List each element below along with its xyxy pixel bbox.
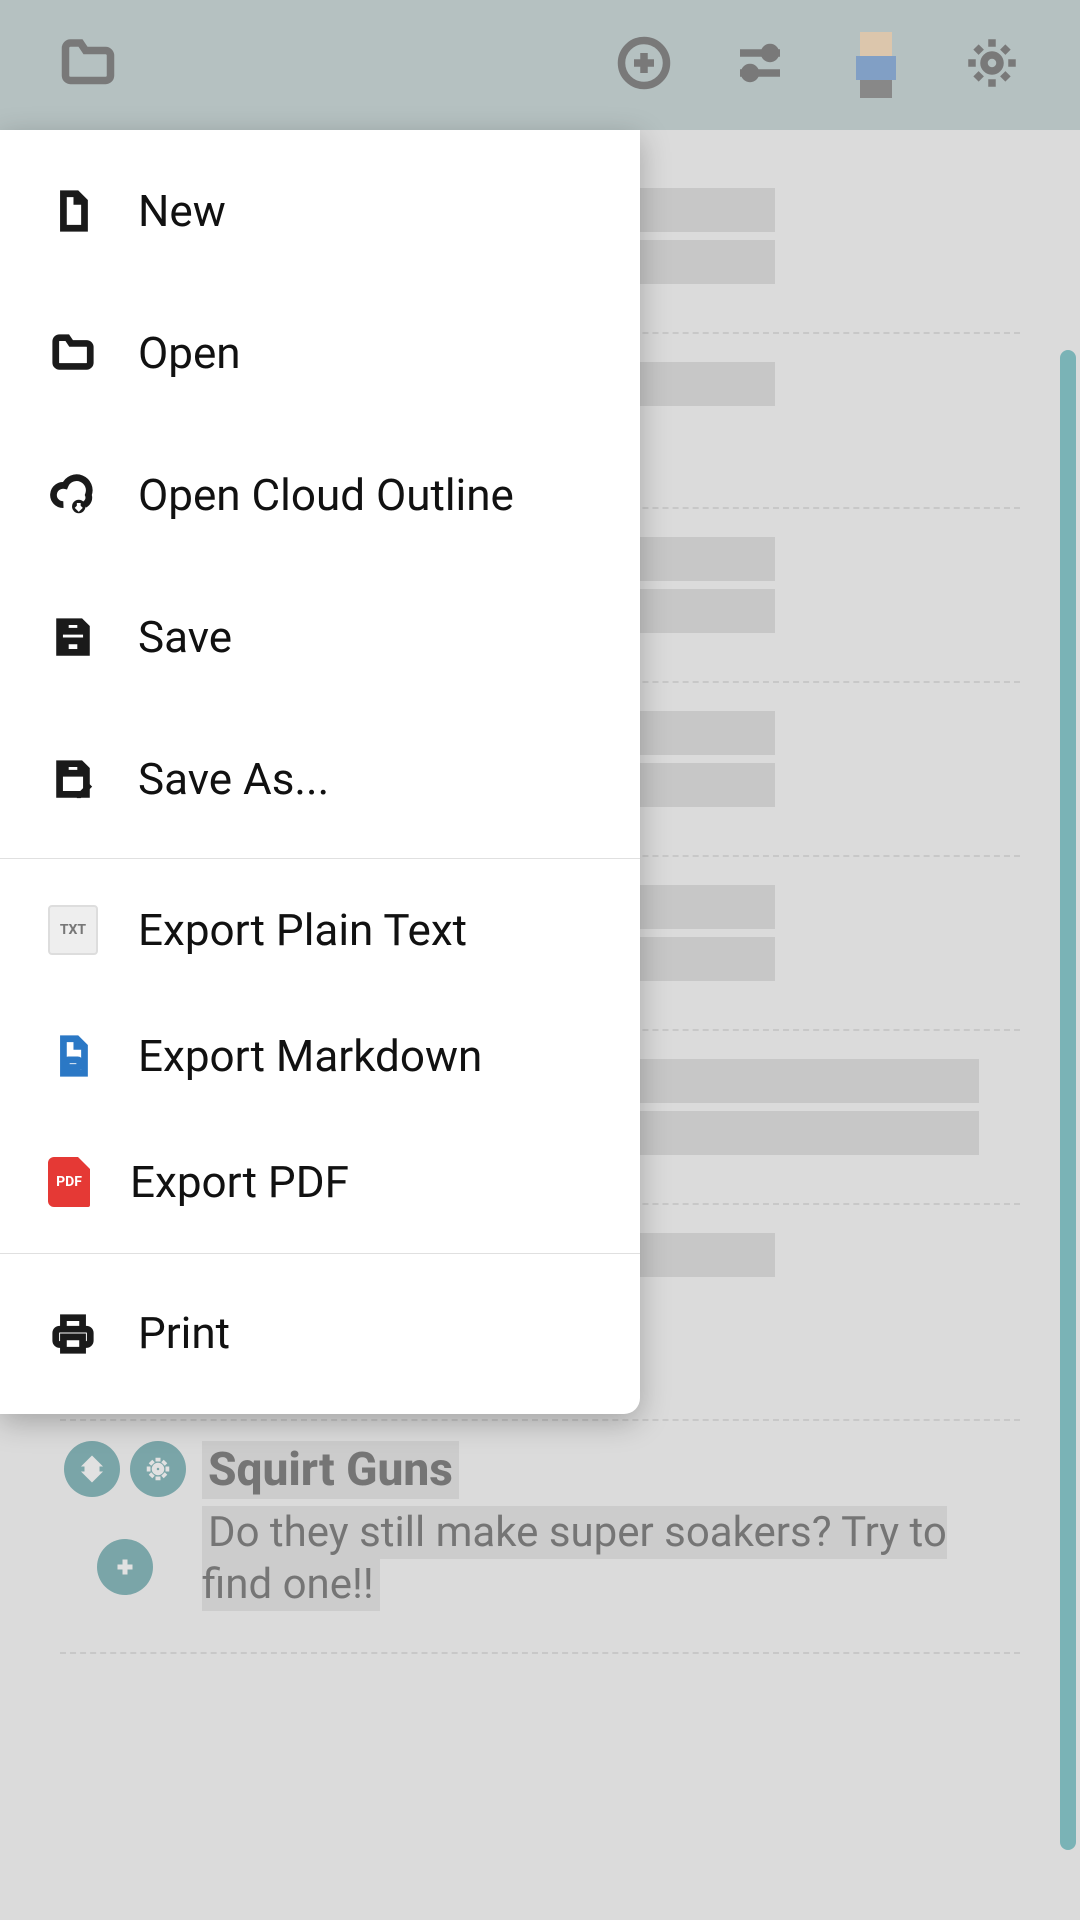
menu-item-label: Open Cloud Outline bbox=[138, 469, 514, 521]
add-button[interactable] bbox=[604, 25, 684, 105]
txt-file-icon: TXT bbox=[48, 905, 98, 955]
menu-item-export-txt[interactable]: TXT Export Plain Text bbox=[0, 867, 640, 993]
menu-item-open-cloud[interactable]: Open Cloud Outline bbox=[0, 424, 640, 566]
avatar-icon bbox=[848, 32, 904, 98]
menu-separator bbox=[0, 858, 640, 859]
menu-item-label: Export Plain Text bbox=[138, 904, 467, 956]
menu-item-label: Export PDF bbox=[130, 1156, 349, 1208]
menu-item-open[interactable]: Open bbox=[0, 282, 640, 424]
menu-item-export-pdf[interactable]: PDF Export PDF bbox=[0, 1119, 640, 1245]
sliders-icon bbox=[730, 33, 790, 97]
floppy-pen-icon bbox=[48, 754, 98, 804]
folder-button[interactable] bbox=[48, 25, 128, 105]
plus-circle-icon bbox=[614, 33, 674, 97]
menu-separator bbox=[0, 1253, 640, 1254]
pdf-file-icon: PDF bbox=[48, 1157, 90, 1207]
scrollbar-thumb[interactable] bbox=[1060, 350, 1076, 1850]
menu-item-label: New bbox=[138, 185, 226, 237]
markdown-file-icon bbox=[48, 1031, 98, 1081]
menu-item-label: Save bbox=[138, 611, 232, 663]
cloud-download-icon bbox=[48, 470, 98, 520]
gear-icon bbox=[962, 33, 1022, 97]
menu-item-save-as[interactable]: Save As... bbox=[0, 708, 640, 850]
folder-icon bbox=[48, 328, 98, 378]
print-icon bbox=[48, 1308, 98, 1358]
drag-handle-button[interactable] bbox=[64, 1441, 120, 1497]
file-icon bbox=[48, 186, 98, 236]
outline-card[interactable]: Squirt Guns Do they still make super soa… bbox=[60, 1421, 1020, 1654]
menu-item-print[interactable]: Print bbox=[0, 1262, 640, 1404]
menu-item-label: Print bbox=[138, 1307, 230, 1359]
card-settings-button[interactable] bbox=[130, 1441, 186, 1497]
avatar-button[interactable] bbox=[836, 25, 916, 105]
menu-item-label: Open bbox=[138, 327, 241, 379]
folder-icon bbox=[58, 33, 118, 97]
top-toolbar bbox=[0, 0, 1080, 130]
floppy-icon bbox=[48, 612, 98, 662]
add-child-button[interactable] bbox=[97, 1539, 153, 1595]
menu-item-new[interactable]: New bbox=[0, 140, 640, 282]
menu-item-label: Export Markdown bbox=[138, 1030, 482, 1082]
card-text[interactable]: Do they still make super soakers? Try to… bbox=[202, 1506, 947, 1612]
file-menu: New Open Open Cloud Outline Save Save As… bbox=[0, 130, 640, 1414]
card-title[interactable]: Squirt Guns bbox=[202, 1441, 459, 1499]
menu-item-export-md[interactable]: Export Markdown bbox=[0, 993, 640, 1119]
menu-item-label: Save As... bbox=[138, 753, 329, 805]
sliders-button[interactable] bbox=[720, 25, 800, 105]
menu-item-save[interactable]: Save bbox=[0, 566, 640, 708]
settings-button[interactable] bbox=[952, 25, 1032, 105]
